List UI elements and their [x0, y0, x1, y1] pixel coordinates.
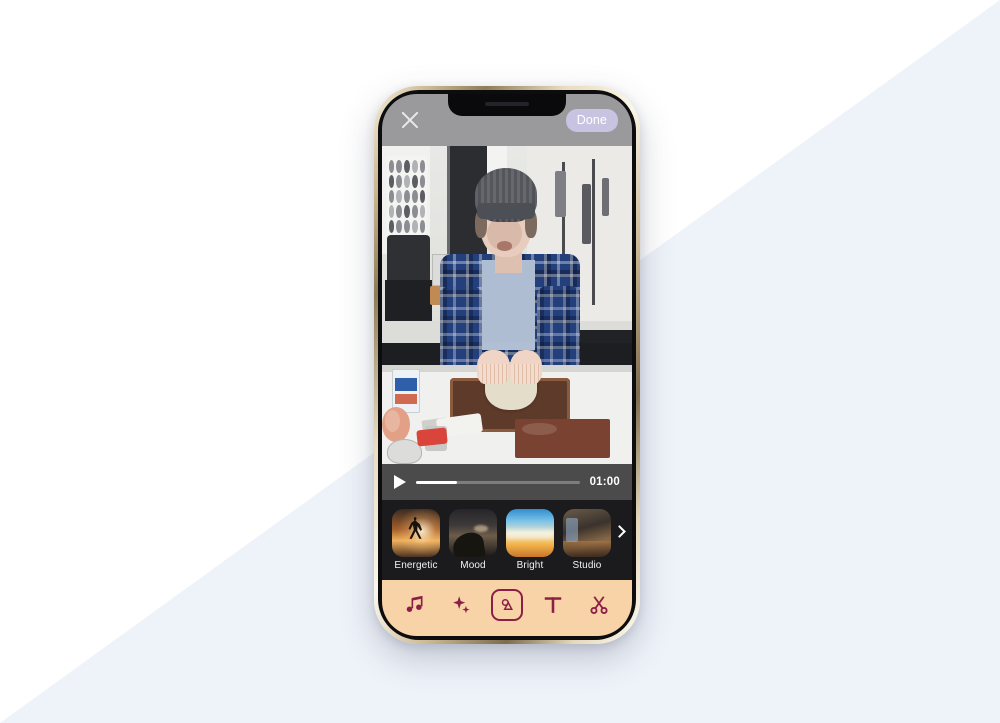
- scene-hanging-tool-c: [602, 177, 609, 216]
- person-hand-left: [477, 349, 510, 385]
- phone-notch: [448, 94, 566, 116]
- filter-carousel[interactable]: Energetic Mood Bright Studio: [382, 500, 632, 580]
- page-root: Done 01:00 Energetic Mood Bright Studio: [0, 0, 1000, 723]
- scene-rail-right: [592, 158, 595, 305]
- video-preview[interactable]: [382, 146, 632, 464]
- filter-item-mood[interactable]: Mood: [449, 509, 497, 571]
- scene-appliance: [387, 235, 430, 286]
- progress-bar[interactable]: [416, 480, 580, 484]
- done-button[interactable]: Done: [565, 108, 618, 132]
- video-player-controls: 01:00: [382, 464, 632, 500]
- person-beanie-fold: [477, 203, 535, 220]
- filter-label-mood: Mood: [460, 560, 486, 571]
- text-icon[interactable]: [537, 589, 569, 621]
- person-arm-right-plaid: [537, 285, 580, 375]
- filter-label-studio: Studio: [572, 560, 602, 571]
- filter-thumbnail-studio[interactable]: [563, 509, 611, 557]
- scene-hanging-tool-a: [554, 171, 566, 218]
- person-fingers-right: [511, 364, 541, 385]
- video-timestamp: 01:00: [589, 476, 620, 488]
- close-icon[interactable]: [398, 108, 422, 132]
- scissors-icon[interactable]: [583, 589, 615, 621]
- person-mouth: [497, 241, 512, 251]
- sparkles-icon[interactable]: [445, 589, 477, 621]
- filter-item-energetic[interactable]: Energetic: [392, 509, 440, 571]
- phone-mockup: Done 01:00 Energetic Mood Bright Studio: [374, 86, 640, 644]
- scene-pegboard: [387, 155, 427, 239]
- filter-item-bright[interactable]: Bright: [506, 509, 554, 571]
- notch-speaker: [485, 102, 529, 106]
- scene-hanging-tool-b: [582, 184, 591, 245]
- scene-butter-label-accent: [394, 394, 417, 404]
- scene-pegboard-dots: [388, 160, 426, 234]
- phone-screen: Done 01:00 Energetic Mood Bright Studio: [382, 94, 632, 636]
- chevron-right-icon[interactable]: [613, 525, 626, 538]
- progress-bar-fill: [416, 480, 457, 484]
- play-icon[interactable]: [394, 475, 406, 489]
- filter-thumbnail-mood[interactable]: [449, 509, 497, 557]
- person-arm-left-plaid: [439, 285, 482, 375]
- music-icon[interactable]: [399, 589, 431, 621]
- filter-thumbnail-bright[interactable]: [506, 509, 554, 557]
- filter-icon[interactable]: [491, 589, 523, 621]
- scene-apple-highlight: [384, 409, 400, 433]
- filter-label-energetic: Energetic: [394, 560, 438, 571]
- filter-label-bright: Bright: [516, 560, 544, 571]
- editor-toolbar: [382, 580, 632, 636]
- person-hand-right: [509, 349, 542, 385]
- person-fingers-left: [478, 364, 508, 385]
- filter-thumbnail-energetic[interactable]: [392, 509, 440, 557]
- scene-butter-label: [394, 378, 417, 391]
- scene-peeler: [416, 427, 448, 447]
- filter-item-studio[interactable]: Studio: [563, 509, 611, 571]
